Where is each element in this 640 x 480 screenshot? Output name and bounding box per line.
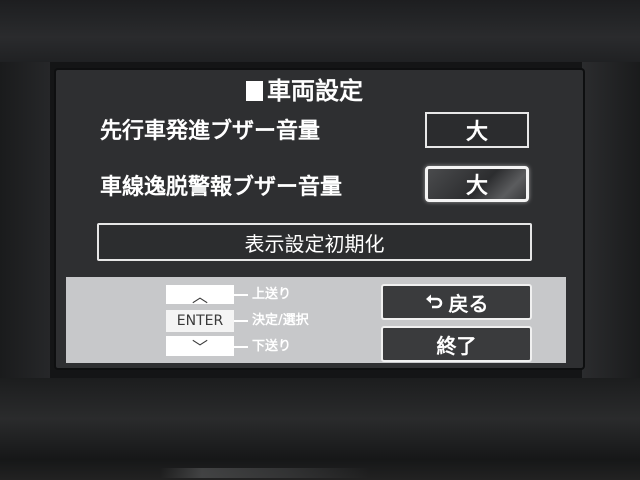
return-arrow-icon: [425, 290, 443, 314]
down-key-description: 下送り: [252, 339, 292, 354]
setting-label-lane-departure-buzzer: 車線逸脱警報ブザー音量: [100, 175, 343, 200]
back-button[interactable]: 戻る: [381, 284, 532, 320]
title-square-marker: [246, 81, 263, 101]
dashboard-bezel-bottom: [0, 378, 640, 480]
enter-key-description: 決定/選択: [252, 313, 309, 328]
up-key-description: 上送り: [252, 287, 292, 302]
lead-car-buzzer-volume-button[interactable]: 大: [425, 112, 529, 148]
up-key-icon: ︿: [166, 285, 234, 306]
reset-display-settings-button[interactable]: 表示設定初期化: [97, 223, 532, 261]
lane-departure-buzzer-volume-button[interactable]: 大: [425, 166, 529, 202]
end-button[interactable]: 終了: [381, 326, 532, 362]
down-key-icon: ﹀: [166, 336, 234, 357]
up-key-connector: [234, 294, 248, 296]
enter-key-icon: ENTER: [166, 310, 234, 332]
dashboard-bezel-top: [0, 0, 640, 62]
setting-label-lead-car-buzzer: 先行車発進ブザー音量: [100, 119, 321, 144]
back-button-label: 戻る: [448, 291, 489, 316]
enter-key-connector: [234, 320, 248, 322]
page-title: 車両設定: [246, 76, 363, 106]
glass-reflection: [160, 468, 370, 478]
dashboard-bezel-right: [582, 62, 640, 382]
dashboard-bezel-left: [0, 62, 50, 382]
page-title-text: 車両設定: [267, 77, 363, 105]
down-key-connector: [234, 346, 248, 348]
